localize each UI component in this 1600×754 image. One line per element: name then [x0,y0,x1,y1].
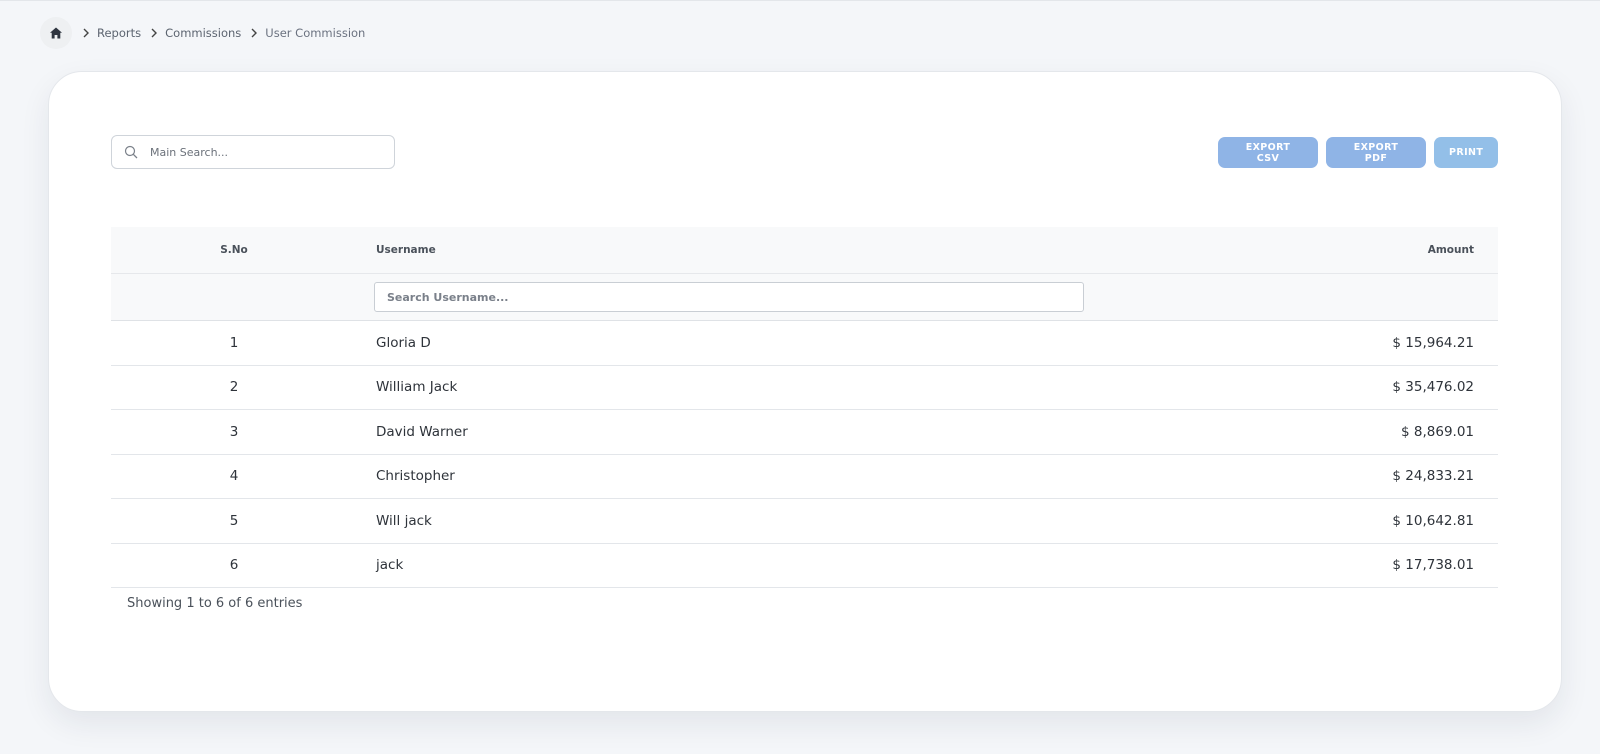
table-row[interactable]: 3 David Warner $ 8,869.01 [111,410,1498,455]
cell-username: jack [376,557,404,574]
chevron-right-icon [150,28,158,38]
cell-amount: $ 24,833.21 [1392,468,1474,485]
breadcrumb-commissions[interactable]: Commissions [165,26,241,40]
top-divider [0,0,1600,1]
breadcrumb-user-commission: User Commission [265,26,366,40]
cell-sno: 4 [229,468,239,485]
cell-amount: $ 15,964.21 [1392,334,1474,351]
cell-sno: 2 [229,379,239,396]
export-csv-button[interactable]: EXPORT CSV [1218,137,1318,168]
cell-sno: 3 [229,423,239,440]
cell-username: David Warner [376,423,468,440]
breadcrumb-reports[interactable]: Reports [97,26,141,40]
username-filter-input[interactable] [374,282,1084,312]
cell-username: Christopher [376,468,455,485]
chevron-right-icon [82,28,90,38]
header-username[interactable]: Username [357,244,1198,256]
print-button[interactable]: PRINT [1434,137,1498,168]
cell-amount: $ 8,869.01 [1401,423,1474,440]
cell-sno: 1 [229,334,239,351]
commission-table: S.No Username Amount 1 Gloria D $ 15,964… [111,227,1498,588]
table-row[interactable]: 4 Christopher $ 24,833.21 [111,455,1498,499]
cell-amount: $ 35,476.02 [1392,379,1474,396]
cell-username: William Jack [376,379,458,396]
search-icon [124,145,138,159]
table-row[interactable]: 6 jack $ 17,738.01 [111,544,1498,588]
cell-username: Will jack [376,512,432,529]
export-pdf-button[interactable]: EXPORT PDF [1326,137,1426,168]
cell-amount: $ 10,642.81 [1392,512,1474,529]
main-search-box[interactable] [111,135,395,169]
main-search-input[interactable] [148,144,378,160]
table-row[interactable]: 5 Will jack $ 10,642.81 [111,499,1498,544]
table-row[interactable]: 1 Gloria D $ 15,964.21 [111,321,1498,366]
table-row[interactable]: 2 William Jack $ 35,476.02 [111,366,1498,410]
cell-sno: 6 [229,557,239,574]
cell-amount: $ 17,738.01 [1392,557,1474,574]
header-amount[interactable]: Amount [1198,244,1498,256]
table-header: S.No Username Amount [111,227,1498,274]
commission-card: EXPORT CSV EXPORT PDF PRINT S.No Usernam… [48,71,1562,712]
filter-row [111,274,1498,321]
home-icon [50,27,62,39]
export-actions: EXPORT CSV EXPORT PDF PRINT [1218,137,1498,168]
cell-sno: 5 [229,512,239,529]
chevron-right-icon [250,28,258,38]
home-button[interactable] [40,17,72,49]
table-info: Showing 1 to 6 of 6 entries [127,596,303,611]
breadcrumb: Reports Commissions User Commission [40,17,365,49]
header-sno[interactable]: S.No [111,244,357,256]
cell-username: Gloria D [376,334,431,351]
